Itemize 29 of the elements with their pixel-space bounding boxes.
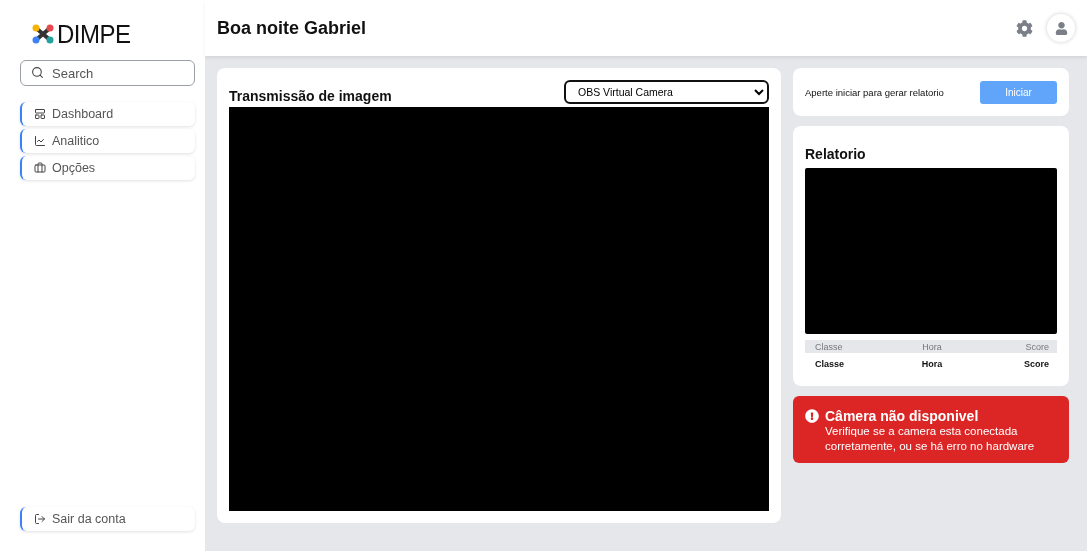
table-cell-text: Classe (815, 358, 846, 369)
start-text: Aperte iniciar para gerar relatorio (805, 86, 944, 98)
table-cell-text: Hora (920, 358, 944, 369)
alert-title: Câmera não disponivel (825, 408, 980, 424)
toolbox-icon (34, 162, 46, 174)
avatar[interactable] (1047, 14, 1075, 42)
column-header: Classe (815, 341, 844, 352)
alert-icon (805, 409, 819, 423)
alert-message: Verifique se a camera esta conectada corretamente, ou se há erro no hardware (825, 424, 1036, 454)
settings-icon[interactable] (1016, 19, 1033, 37)
column-header: Hora (921, 341, 943, 352)
table-cell-text: Score (1023, 358, 1049, 369)
nav-item[interactable]: Analitico (20, 129, 195, 153)
stream-title: Transmissão de imagem (229, 88, 392, 104)
line-chart-icon (34, 135, 46, 147)
nav-item[interactable]: Opções (20, 156, 195, 180)
user-icon (1054, 21, 1068, 35)
camera-select[interactable]: OBS Virtual Camera (564, 80, 769, 104)
layout-icon (34, 108, 46, 120)
report-title: Relatorio (805, 146, 867, 162)
logo-text: DIMPE (57, 18, 131, 50)
search-field[interactable]: Search (20, 60, 195, 86)
logout-icon (34, 513, 46, 525)
greeting-title: Boa noite Gabriel (217, 17, 368, 39)
logout-item[interactable]: Sair da conta (20, 507, 195, 531)
search-icon (31, 66, 44, 79)
nav-item[interactable]: Dashboard (20, 102, 195, 126)
logo-icon (32, 24, 54, 44)
column-header: Score (1024, 341, 1049, 352)
